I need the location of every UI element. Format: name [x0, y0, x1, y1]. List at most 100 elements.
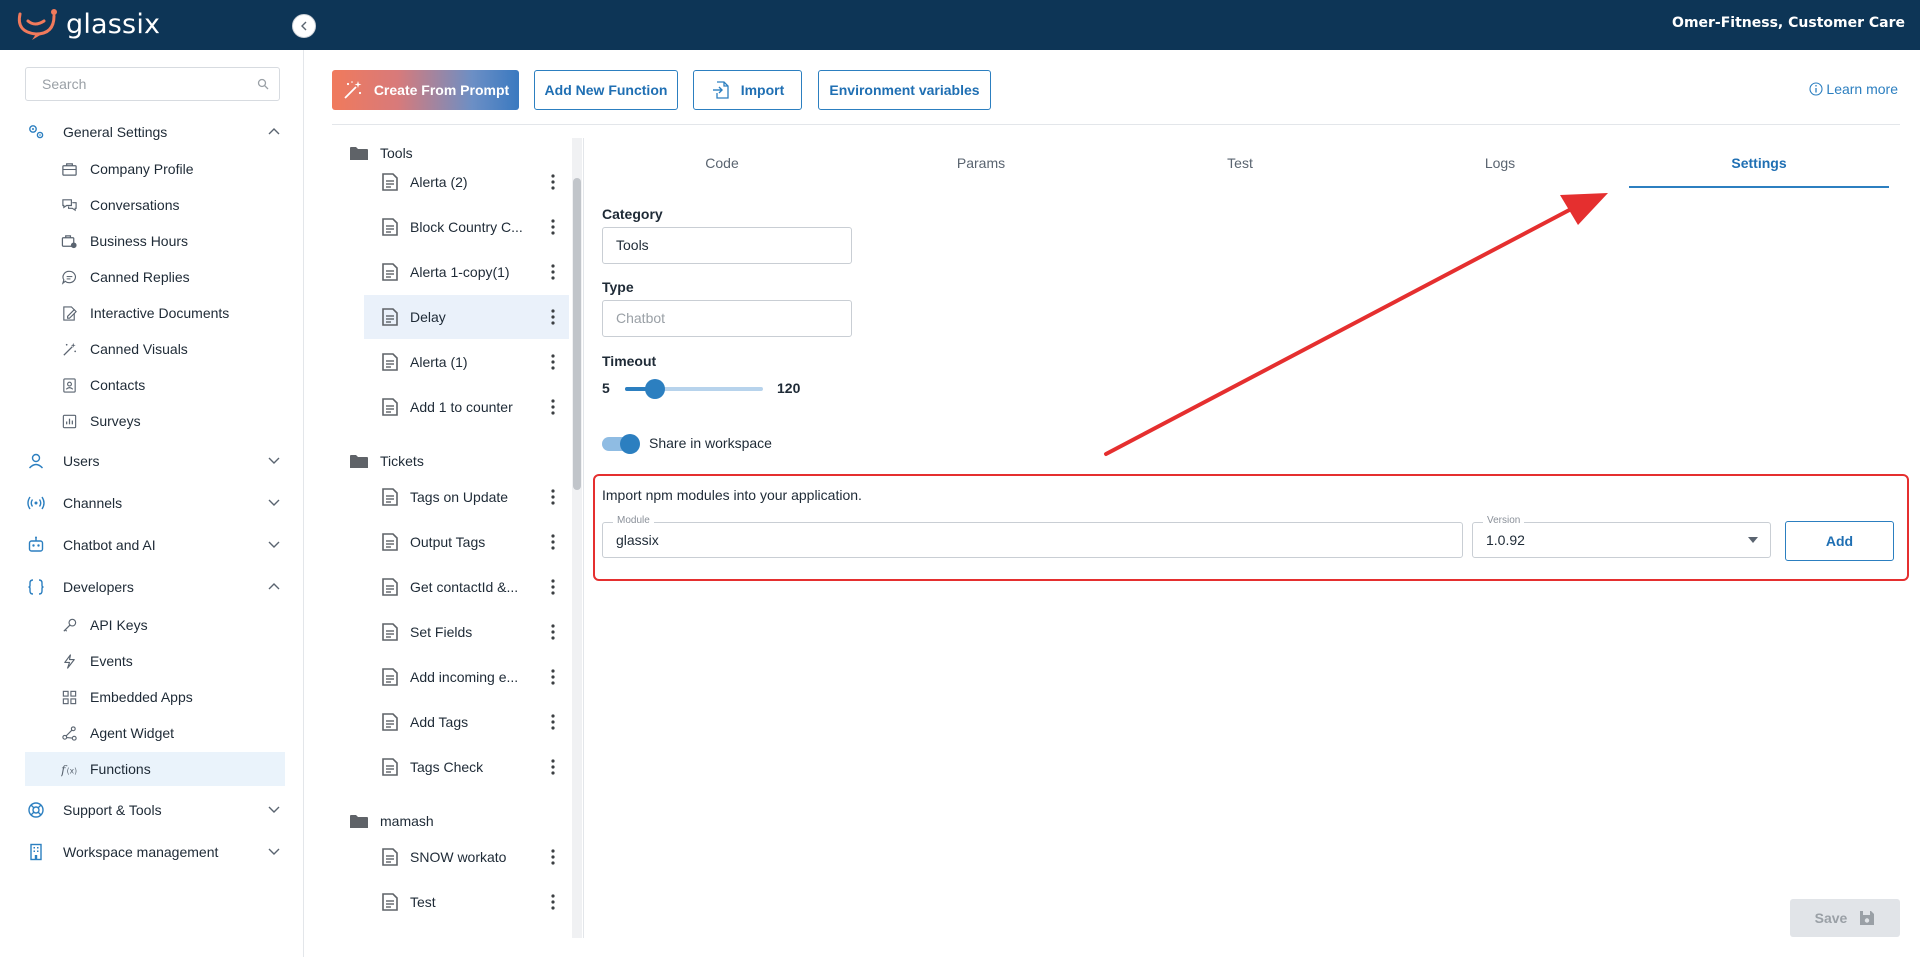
kebab-menu-icon[interactable] — [551, 849, 555, 865]
sidebar-item-embedded-apps[interactable]: Embedded Apps — [25, 680, 285, 714]
kebab-menu-icon[interactable] — [551, 399, 555, 415]
timeout-slider-thumb[interactable] — [645, 379, 665, 399]
function-name: Add 1 to counter — [410, 399, 513, 415]
kebab-menu-icon[interactable] — [551, 489, 555, 505]
tab-test[interactable]: Test — [1110, 145, 1370, 181]
search-icon — [257, 78, 269, 90]
kebab-menu-icon[interactable] — [551, 309, 555, 325]
environment-variables-label: Environment variables — [829, 82, 980, 98]
folder-label: mamash — [380, 813, 434, 829]
function-item[interactable]: Add 1 to counter — [364, 385, 569, 429]
add-module-button[interactable]: Add — [1785, 521, 1894, 561]
kebab-menu-icon[interactable] — [551, 219, 555, 235]
folder-mamash[interactable]: mamash — [350, 806, 550, 836]
function-name: Block Country C... — [410, 219, 523, 235]
lifebuoy-icon — [25, 799, 47, 821]
function-item[interactable]: Test — [364, 880, 569, 924]
file-icon — [382, 578, 398, 596]
function-name: SNOW workato — [410, 849, 507, 865]
sidebar-item-contacts[interactable]: Contacts — [25, 368, 285, 402]
tab-settings[interactable]: Settings — [1629, 145, 1889, 181]
glassix-logo-icon — [17, 9, 57, 40]
sidebar-item-api-keys[interactable]: API Keys — [25, 608, 285, 642]
tab-label: Params — [956, 155, 1006, 171]
kebab-menu-icon[interactable] — [551, 579, 555, 595]
sidebar-item-canned-visuals[interactable]: Canned Visuals — [25, 332, 285, 366]
kebab-menu-icon[interactable] — [551, 669, 555, 685]
toggle-knob — [620, 434, 640, 454]
kebab-menu-icon[interactable] — [551, 354, 555, 370]
function-item[interactable]: Output Tags — [364, 520, 569, 564]
add-new-function-button[interactable]: Add New Function — [534, 70, 678, 110]
sidebar-item-conversations[interactable]: Conversations — [25, 188, 285, 222]
folder-tickets[interactable]: Tickets — [350, 446, 550, 476]
function-item[interactable]: Alerta (2) — [364, 160, 569, 204]
file-icon — [382, 623, 398, 641]
nav-group-workspace-management[interactable]: Workspace management — [25, 837, 285, 867]
nav-group-support-tools[interactable]: Support & Tools — [25, 795, 285, 825]
sidebar-item-canned-replies[interactable]: Canned Replies — [25, 260, 285, 294]
nav-group-general-settings[interactable]: General Settings — [25, 117, 285, 147]
kebab-menu-icon[interactable] — [551, 759, 555, 775]
function-item[interactable]: SNOW workato — [364, 835, 569, 879]
function-item[interactable]: Add Tags — [364, 700, 569, 744]
sidebar-item-company-profile[interactable]: Company Profile — [25, 152, 285, 186]
function-name: Alerta 1-copy(1) — [410, 264, 510, 280]
learn-more-label: Learn more — [1826, 81, 1898, 97]
function-item[interactable]: Get contactId &... — [364, 565, 569, 609]
import-button[interactable]: Import — [693, 70, 802, 110]
function-item-selected[interactable]: Delay — [364, 295, 569, 339]
category-input[interactable]: Tools — [602, 227, 852, 264]
building-icon — [25, 841, 47, 863]
function-item[interactable]: Tags Check — [364, 745, 569, 789]
nav-group-label: General Settings — [63, 124, 168, 140]
tab-code[interactable]: Code — [592, 145, 852, 181]
nav-group-users[interactable]: Users — [25, 446, 285, 476]
nav-group-channels[interactable]: Channels — [25, 488, 285, 518]
nav-group-label: Users — [63, 453, 100, 469]
nav-group-chatbot-and-ai[interactable]: Chatbot and AI — [25, 530, 285, 560]
sidebar-item-business-hours[interactable]: Business Hours — [25, 224, 285, 258]
kebab-menu-icon[interactable] — [551, 714, 555, 730]
kebab-menu-icon[interactable] — [551, 624, 555, 640]
nav-group-developers[interactable]: Developers — [25, 572, 285, 602]
function-item[interactable]: Alerta (1) — [364, 340, 569, 384]
create-from-prompt-button[interactable]: Create From Prompt — [332, 70, 519, 110]
add-new-function-label: Add New Function — [544, 82, 668, 98]
sidebar-search-input[interactable]: Search — [25, 67, 280, 101]
function-item[interactable]: Add incoming e... — [364, 655, 569, 699]
share-in-workspace-toggle[interactable] — [602, 434, 640, 454]
version-select[interactable]: Version 1.0.92 — [1472, 515, 1771, 558]
sidebar-collapse-button[interactable] — [292, 14, 316, 38]
file-icon — [382, 893, 398, 911]
kebab-menu-icon[interactable] — [551, 174, 555, 190]
kebab-menu-icon[interactable] — [551, 534, 555, 550]
learn-more-link[interactable]: Learn more — [1809, 81, 1898, 97]
sidebar-item-label: Canned Visuals — [90, 341, 188, 357]
function-name: Set Fields — [410, 624, 473, 640]
tab-logs[interactable]: Logs — [1370, 145, 1630, 181]
tenant-name[interactable]: Omer-Fitness, Customer Care — [1672, 15, 1905, 31]
function-list: Tools Alerta (2) Block Country C... Aler… — [332, 138, 582, 938]
module-input[interactable]: Module glassix — [602, 515, 1463, 558]
environment-variables-button[interactable]: Environment variables — [818, 70, 991, 110]
function-item[interactable]: Block Country C... — [364, 205, 569, 249]
function-item[interactable]: Alerta 1-copy(1) — [364, 250, 569, 294]
function-list-scrollbar-thumb[interactable] — [573, 178, 581, 490]
brand-logo[interactable]: glassix — [14, 6, 160, 42]
sidebar-item-agent-widget[interactable]: Agent Widget — [25, 716, 285, 750]
chevron-down-icon — [268, 541, 280, 548]
kebab-menu-icon[interactable] — [551, 894, 555, 910]
sidebar-item-events[interactable]: Events — [25, 644, 285, 678]
file-icon — [382, 353, 398, 371]
tab-params[interactable]: Params — [852, 145, 1110, 181]
sidebar-item-functions[interactable]: f (x) Functions — [25, 752, 285, 786]
key-icon — [60, 616, 78, 634]
function-item[interactable]: Set Fields — [364, 610, 569, 654]
sidebar-item-surveys[interactable]: Surveys — [25, 404, 285, 438]
timeout-max-value: 120 — [777, 380, 801, 396]
sidebar-item-interactive-documents[interactable]: Interactive Documents — [25, 296, 285, 330]
function-item[interactable]: Tags on Update — [364, 475, 569, 519]
nav-group-label: Channels — [63, 495, 123, 511]
kebab-menu-icon[interactable] — [551, 264, 555, 280]
